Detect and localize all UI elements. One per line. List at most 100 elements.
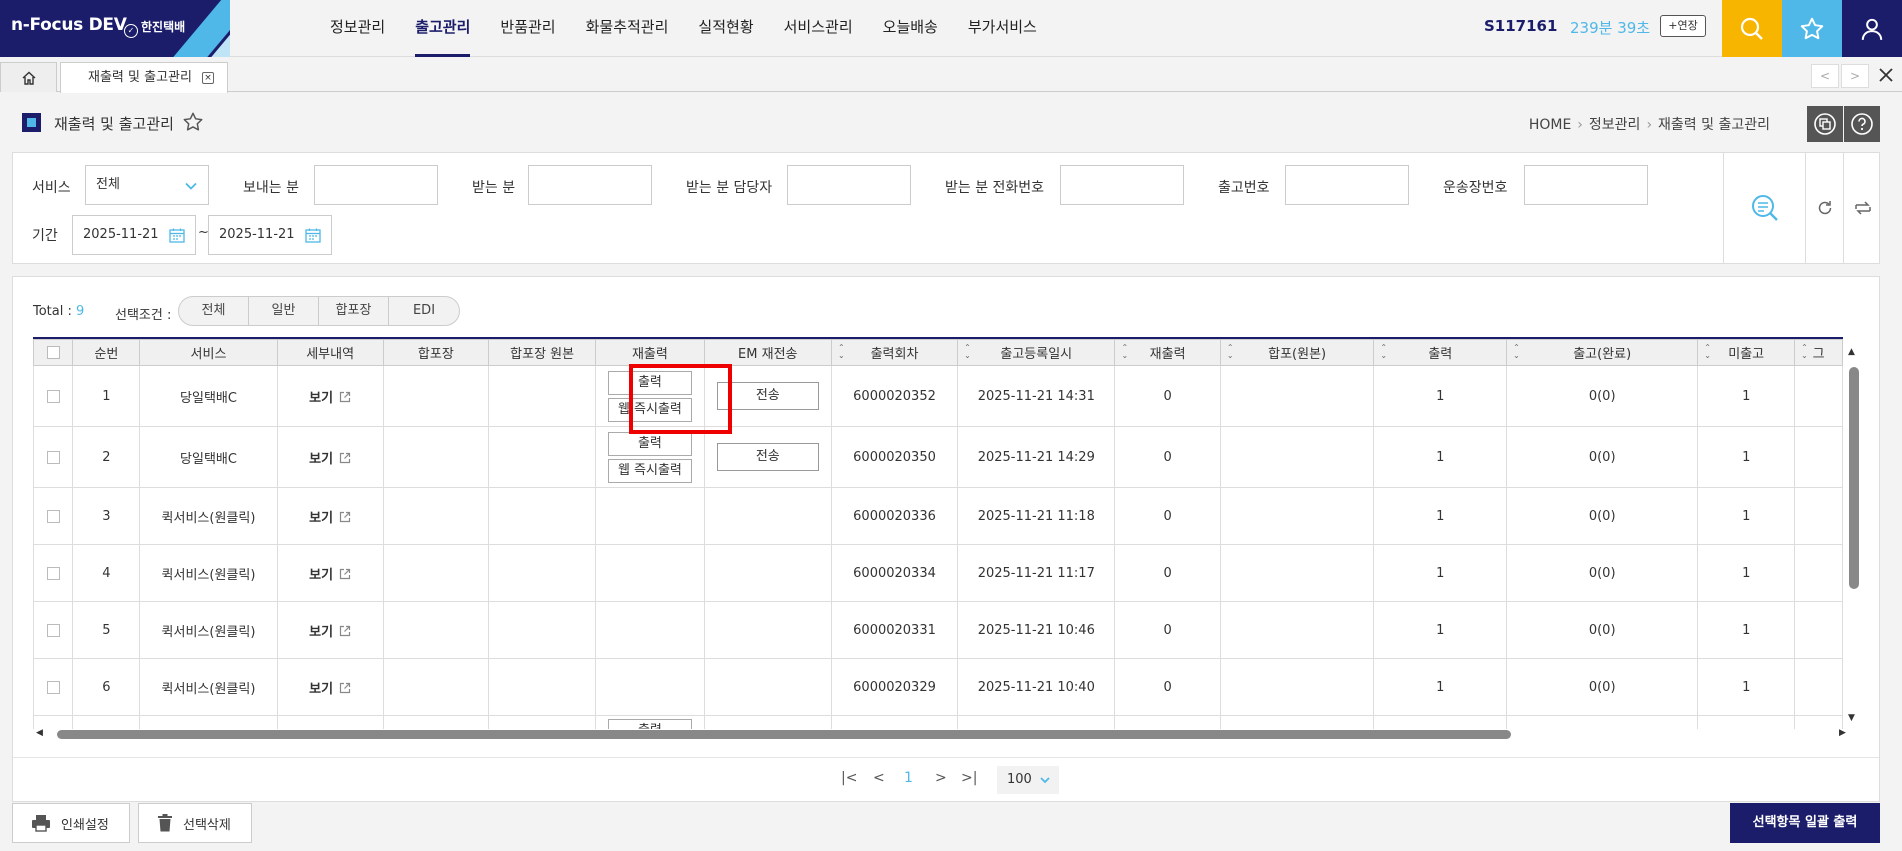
- sort-icon[interactable]: ⌃ ⌄: [1704, 344, 1711, 360]
- delete-selected-button[interactable]: 선택삭제: [138, 803, 252, 843]
- page-size-select[interactable]: 100: [997, 766, 1059, 794]
- row-checkbox[interactable]: [46, 509, 60, 523]
- horizontal-scrollbar[interactable]: ◀ ▶: [33, 727, 1846, 741]
- col-header-sortable[interactable]: ⌃ ⌄ 합포(원본): [1219, 339, 1375, 366]
- brand-logo[interactable]: n-Focus DEV ✓ 한진택배: [0, 0, 230, 57]
- web-instant-print-button[interactable]: 웹 즉시출력: [607, 458, 692, 483]
- col-header-sortable[interactable]: ⌃ ⌄ 재출력: [1114, 339, 1221, 366]
- home-tab[interactable]: [0, 62, 57, 92]
- table-row[interactable]: 5 퀵서비스(원클릭) 보기 6000020331 2025-11-21 10:…: [33, 601, 1843, 659]
- col-header-sortable[interactable]: ⌃ ⌄ 그: [1794, 339, 1843, 366]
- nav-item-tracking[interactable]: 화물추적관리: [571, 0, 684, 57]
- date-to-input[interactable]: 2025-11-21: [208, 215, 332, 255]
- select-all-header[interactable]: [33, 339, 74, 366]
- date-from-input[interactable]: 2025-11-21: [72, 215, 196, 255]
- waybill-input[interactable]: [1524, 165, 1648, 205]
- scroll-up-icon[interactable]: ▲: [1848, 347, 1855, 357]
- cell-detail[interactable]: 보기: [276, 658, 384, 716]
- cell-detail[interactable]: 보기: [276, 601, 384, 659]
- view-detail-link[interactable]: 보기: [309, 391, 333, 406]
- nav-item-today[interactable]: 오늘배송: [868, 0, 953, 57]
- last-page-icon[interactable]: >|: [961, 770, 977, 786]
- scroll-left-icon[interactable]: ◀: [36, 728, 43, 738]
- sort-icon[interactable]: ⌃ ⌄: [964, 344, 971, 360]
- receiver-manager-input[interactable]: [787, 165, 911, 205]
- print-button[interactable]: 출력: [607, 431, 692, 456]
- table-row[interactable]: 4 퀵서비스(원클릭) 보기 6000020334 2025-11-21 11:…: [33, 544, 1843, 602]
- view-detail-link[interactable]: 보기: [309, 568, 333, 583]
- sort-icon[interactable]: ⌃ ⌄: [838, 344, 845, 360]
- cell-detail[interactable]: 보기: [276, 487, 384, 545]
- current-page[interactable]: 1: [904, 770, 913, 786]
- external-link-icon[interactable]: [339, 452, 351, 464]
- select-all-checkbox[interactable]: [46, 346, 60, 359]
- close-tab-icon[interactable]: ×: [202, 72, 214, 84]
- user-menu-button[interactable]: [1842, 0, 1902, 57]
- external-link-icon[interactable]: [339, 391, 351, 403]
- toggle-panel-button[interactable]: [1843, 153, 1881, 263]
- table-row[interactable]: 6 퀵서비스(원클릭) 보기 6000020329 2025-11-21 10:…: [33, 658, 1843, 716]
- nav-item-release[interactable]: 출고관리: [400, 0, 485, 57]
- receiver-input[interactable]: [528, 165, 652, 205]
- prev-page-icon[interactable]: <: [873, 770, 885, 786]
- row-checkbox[interactable]: [46, 680, 60, 694]
- favorite-star-icon[interactable]: [182, 111, 204, 137]
- nav-item-service[interactable]: 서비스관리: [769, 0, 868, 57]
- condition-combined[interactable]: 합포장: [319, 297, 389, 325]
- print-button[interactable]: 출력: [607, 370, 692, 395]
- first-page-icon[interactable]: |<: [841, 770, 857, 786]
- col-header-sortable[interactable]: ⌃ ⌄ 출력회차: [830, 339, 959, 366]
- print-settings-button[interactable]: 인쇄설정: [12, 803, 130, 843]
- batch-print-button[interactable]: 선택항목 일괄 출력: [1730, 803, 1880, 843]
- external-link-icon[interactable]: [339, 511, 351, 523]
- col-header-sortable[interactable]: ⌃ ⌄ 출력: [1373, 339, 1508, 366]
- next-page-icon[interactable]: >: [935, 770, 947, 786]
- col-header-sortable[interactable]: ⌃ ⌄ 출고등록일시: [957, 339, 1116, 366]
- nav-item-performance[interactable]: 실적현황: [683, 0, 768, 57]
- cell-detail[interactable]: 보기: [276, 365, 384, 427]
- calendar-icon[interactable]: [305, 228, 321, 243]
- condition-all[interactable]: 전체: [179, 297, 249, 325]
- global-search-button[interactable]: [1722, 0, 1782, 57]
- favorites-button[interactable]: [1782, 0, 1842, 57]
- search-button[interactable]: [1723, 153, 1805, 263]
- row-checkbox[interactable]: [46, 566, 60, 580]
- table-row[interactable]: 1 당일택배C 보기 출력 웹 즉시출력 전송 6000020352 2025-1…: [33, 365, 1843, 427]
- cell-detail[interactable]: 보기: [276, 544, 384, 602]
- external-link-icon[interactable]: [339, 682, 351, 694]
- em-resend-button[interactable]: 전송: [716, 443, 819, 471]
- reset-button[interactable]: [1805, 153, 1843, 263]
- vertical-scrollbar[interactable]: ▲ ▼: [1847, 343, 1859, 727]
- web-instant-print-button[interactable]: 웹 즉시출력: [607, 397, 692, 422]
- service-select[interactable]: 전체: [85, 165, 209, 205]
- em-resend-button[interactable]: 전송: [716, 382, 819, 410]
- view-detail-link[interactable]: 보기: [309, 682, 333, 697]
- receiver-phone-input[interactable]: [1060, 165, 1184, 205]
- release-no-input[interactable]: [1285, 165, 1409, 205]
- calendar-icon[interactable]: [169, 228, 185, 243]
- external-link-icon[interactable]: [339, 568, 351, 580]
- scroll-right-icon[interactable]: ▶: [1839, 728, 1846, 738]
- sort-icon[interactable]: ⌃ ⌄: [1513, 344, 1520, 360]
- nav-item-info[interactable]: 정보관리: [315, 0, 400, 57]
- view-detail-link[interactable]: 보기: [309, 452, 333, 467]
- row-checkbox[interactable]: [46, 623, 60, 637]
- view-detail-link[interactable]: 보기: [309, 625, 333, 640]
- condition-normal[interactable]: 일반: [249, 297, 319, 325]
- sort-icon[interactable]: ⌃ ⌄: [1801, 344, 1808, 360]
- table-row[interactable]: 3 퀵서비스(원클릭) 보기 6000020336 2025-11-21 11:…: [33, 487, 1843, 545]
- cell-detail[interactable]: 보기: [276, 426, 384, 488]
- horizontal-scroll-thumb[interactable]: [57, 730, 1511, 739]
- nav-item-return[interactable]: 반품관리: [485, 0, 570, 57]
- tab-reprint-release[interactable]: 재출력 및 출고관리 ×: [60, 62, 228, 93]
- copy-button[interactable]: [1807, 106, 1843, 142]
- breadcrumb-info[interactable]: 정보관리: [1589, 117, 1641, 133]
- tab-next-button[interactable]: >: [1841, 64, 1869, 88]
- extend-session-button[interactable]: +연장: [1660, 15, 1706, 37]
- nav-item-extra[interactable]: 부가서비스: [953, 0, 1052, 57]
- row-checkbox[interactable]: [46, 450, 60, 464]
- view-detail-link[interactable]: 보기: [309, 511, 333, 526]
- col-header-sortable[interactable]: ⌃ ⌄ 출고(완료): [1506, 339, 1699, 366]
- sort-icon[interactable]: ⌃ ⌄: [1227, 344, 1234, 360]
- sender-input[interactable]: [314, 165, 438, 205]
